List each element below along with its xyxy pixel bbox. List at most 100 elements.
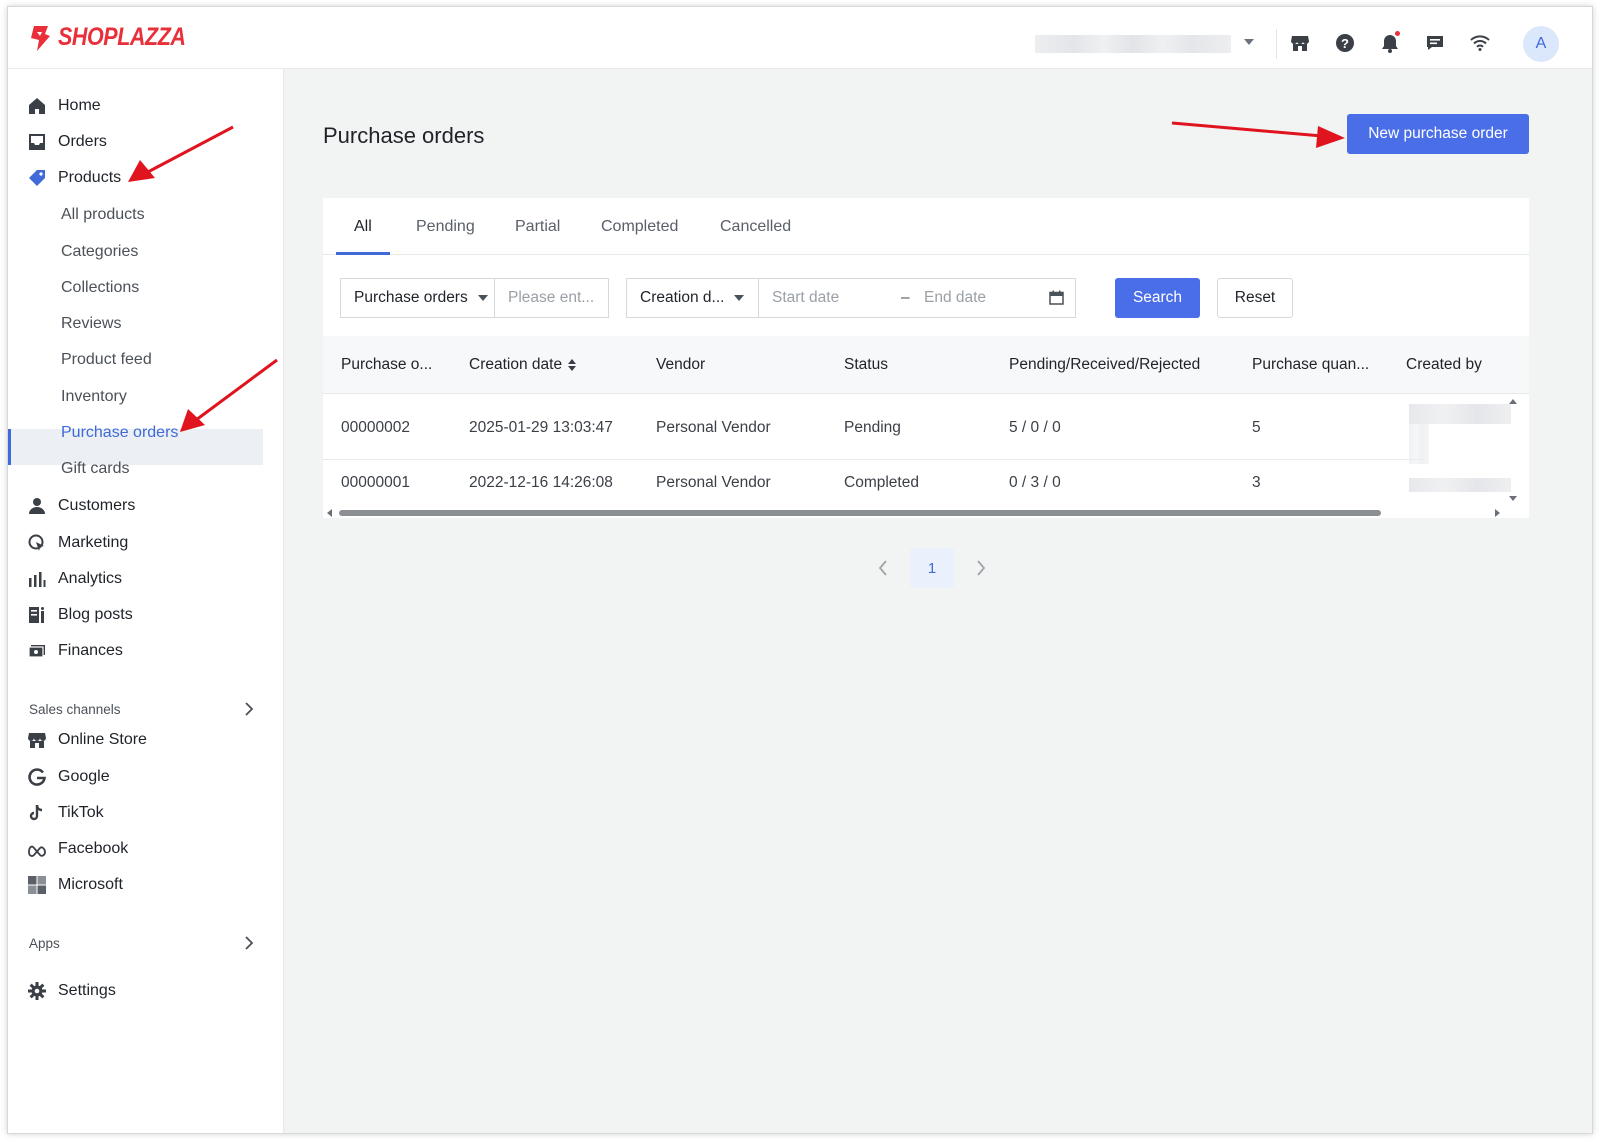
tab-pending[interactable]: Pending — [416, 218, 475, 236]
status: Pending — [844, 419, 901, 436]
new-purchase-order-button[interactable]: New purchase order — [1347, 114, 1529, 154]
created-by-redacted — [1409, 478, 1511, 492]
tiktok-icon — [29, 804, 43, 821]
shoplazza-logo[interactable]: SHOPLAZZA — [28, 23, 206, 52]
scroll-down-icon[interactable] — [1509, 496, 1517, 501]
vendor: Personal Vendor — [656, 474, 771, 491]
store-icon — [28, 733, 46, 748]
pagination: 1 — [878, 548, 986, 588]
sidebar-item-finances[interactable]: Finances — [28, 636, 123, 666]
gear-icon — [28, 982, 46, 1000]
store-icon[interactable] — [1288, 31, 1312, 55]
microsoft-icon — [28, 876, 46, 894]
date-type-select[interactable]: Creation d... — [626, 278, 759, 318]
avatar[interactable]: A — [1523, 26, 1559, 62]
sidebar-item-orders[interactable]: Orders — [28, 127, 107, 157]
vendor: Personal Vendor — [656, 419, 771, 436]
sidebar-item-label: Products — [58, 169, 122, 186]
field-select[interactable]: Purchase orders — [340, 278, 495, 318]
created-by-redacted — [1409, 404, 1511, 424]
chevron-left-icon[interactable] — [878, 560, 888, 576]
tab-completed[interactable]: Completed — [601, 218, 678, 236]
sidebar-item-products[interactable]: Products — [28, 163, 121, 193]
scroll-left-icon[interactable] — [327, 509, 332, 517]
sidebar-item-google[interactable]: Google — [28, 762, 110, 792]
date-range-picker[interactable]: Start date – End date — [758, 278, 1076, 318]
sidebar-subitem-inventory[interactable]: Inventory — [61, 382, 127, 412]
sidebar-subitem-gift-cards[interactable]: Gift cards — [61, 454, 129, 484]
status: Completed — [844, 474, 919, 491]
search-button[interactable]: Search — [1115, 278, 1200, 318]
calendar-icon[interactable] — [1049, 290, 1064, 305]
chevron-right-icon[interactable] — [244, 702, 254, 716]
table-row[interactable]: 00000002 2025-01-29 13:03:47 Personal Ve… — [323, 395, 1423, 460]
reset-button[interactable]: Reset — [1217, 278, 1293, 318]
scroll-right-icon[interactable] — [1495, 509, 1500, 517]
column-header-vendor: Vendor — [656, 356, 706, 373]
date-type-value: Creation d... — [640, 289, 725, 306]
date-separator: – — [901, 289, 910, 306]
blog-icon — [29, 607, 44, 623]
sidebar-item-online-store[interactable]: Online Store — [28, 725, 147, 755]
tab-cancelled[interactable]: Cancelled — [720, 218, 791, 236]
horizontal-scrollbar[interactable] — [339, 510, 1381, 516]
app-window: SHOPLAZZA ? A Home Orders Products All p… — [7, 6, 1593, 1134]
sidebar-item-label: TikTok — [58, 804, 104, 821]
tab-all[interactable]: All — [354, 218, 372, 236]
apps-heading[interactable]: Apps — [29, 936, 60, 951]
google-icon — [28, 768, 46, 786]
sidebar-item-label: Microsoft — [58, 876, 123, 893]
page-number[interactable]: 1 — [910, 548, 954, 588]
sidebar-subitem-categories[interactable]: Categories — [61, 237, 138, 267]
caret-down-icon — [734, 295, 745, 301]
search-input[interactable]: Please ent... — [494, 278, 609, 318]
sales-channels-heading[interactable]: Sales channels — [29, 702, 121, 717]
sidebar-item-label: Analytics — [58, 570, 123, 587]
sidebar-item-tiktok[interactable]: TikTok — [28, 798, 104, 828]
sidebar-item-label: Online Store — [58, 731, 147, 748]
column-header-purchase-order: Purchase o... — [341, 356, 433, 373]
store-selector[interactable] — [1035, 35, 1231, 53]
sidebar-subitem-collections[interactable]: Collections — [61, 273, 139, 303]
purchase-quantity: 3 — [1252, 474, 1261, 491]
sidebar-item-customers[interactable]: Customers — [28, 491, 135, 521]
search-input-placeholder: Please ent... — [508, 289, 595, 306]
wifi-icon[interactable] — [1468, 31, 1492, 55]
scroll-up-icon[interactable] — [1509, 399, 1517, 404]
table-row[interactable]: 00000001 2022-12-16 14:26:08 Personal Ve… — [323, 460, 1423, 510]
chat-icon[interactable] — [1423, 31, 1447, 55]
notification-dot — [1395, 31, 1400, 36]
tab-partial[interactable]: Partial — [515, 218, 560, 236]
sidebar-item-marketing[interactable]: Marketing — [28, 528, 128, 558]
sidebar-item-facebook[interactable]: Facebook — [28, 834, 128, 864]
logo-mark-icon — [31, 25, 50, 51]
help-icon[interactable]: ? — [1333, 31, 1357, 55]
purchase-quantity: 5 — [1252, 419, 1261, 436]
meta-icon — [28, 845, 46, 857]
bell-icon[interactable] — [1378, 31, 1402, 55]
sidebar-item-microsoft[interactable]: Microsoft — [28, 870, 123, 900]
column-header-purchase-quantity: Purchase quan... — [1252, 356, 1370, 373]
column-header-creation-date[interactable]: Creation date — [469, 356, 577, 374]
inbox-icon — [29, 134, 45, 150]
chevron-down-icon[interactable] — [1244, 39, 1254, 45]
pending-received-rejected: 0 / 3 / 0 — [1009, 474, 1061, 491]
sidebar-item-label: Blog posts — [58, 606, 133, 623]
sidebar-item-analytics[interactable]: Analytics — [28, 564, 122, 594]
person-icon — [29, 498, 45, 514]
chevron-right-icon[interactable] — [244, 936, 254, 950]
purchase-order-id[interactable]: 00000002 — [341, 419, 410, 437]
sidebar-item-settings[interactable]: Settings — [28, 976, 116, 1006]
sidebar-subitem-reviews[interactable]: Reviews — [61, 309, 121, 339]
sidebar-item-label: Home — [58, 97, 101, 114]
sidebar-item-label: Google — [58, 768, 110, 785]
start-date-placeholder: Start date — [772, 289, 840, 306]
sort-icon[interactable] — [568, 359, 577, 371]
sidebar-item-blog-posts[interactable]: Blog posts — [28, 600, 133, 630]
sidebar-subitem-all-products[interactable]: All products — [61, 200, 145, 230]
sidebar-subitem-purchase-orders[interactable]: Purchase orders — [61, 418, 178, 448]
chevron-right-icon[interactable] — [976, 560, 986, 576]
purchase-order-id[interactable]: 00000001 — [341, 474, 410, 492]
sidebar-subitem-product-feed[interactable]: Product feed — [61, 345, 152, 375]
sidebar-item-home[interactable]: Home — [28, 91, 101, 121]
